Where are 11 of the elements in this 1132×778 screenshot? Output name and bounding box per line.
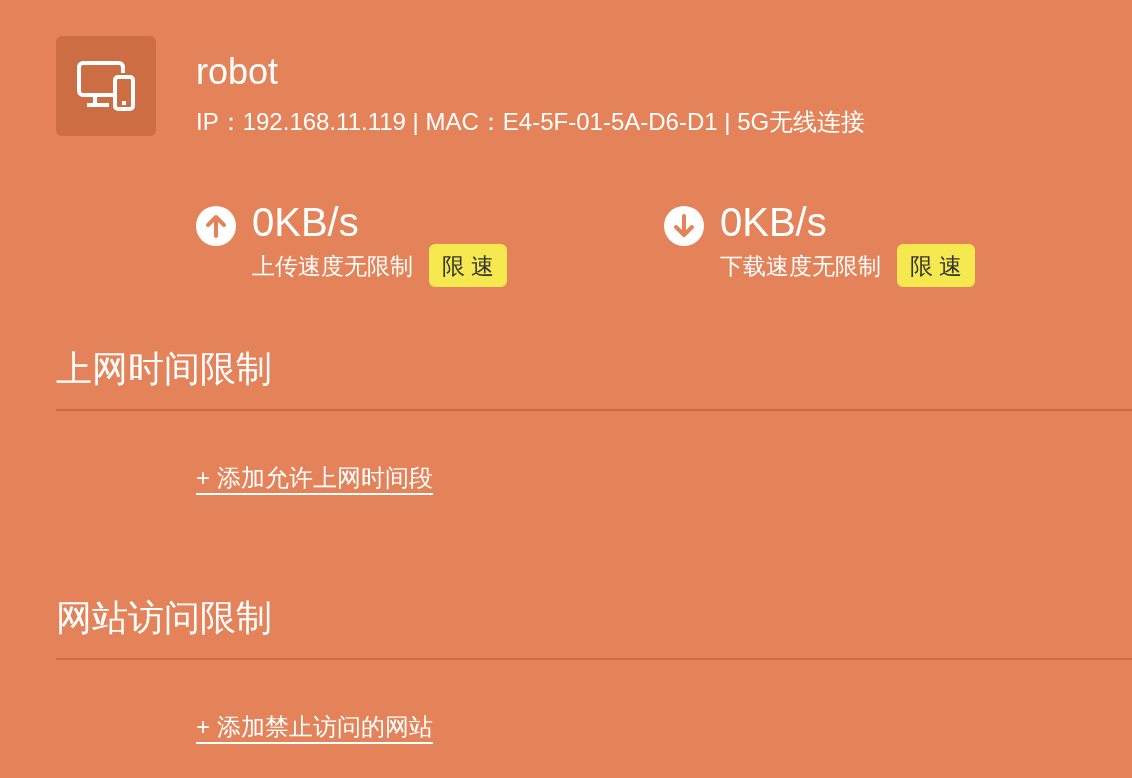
- section-heading: 网站访问限制: [56, 596, 272, 640]
- speed-limit-status: 下载速度无限制: [720, 251, 881, 281]
- limit-speed-button[interactable]: 限 速: [429, 244, 508, 287]
- speed-limit-status: 上传速度无限制: [252, 251, 413, 281]
- speed-value: 0KB/s: [720, 200, 828, 244]
- speed-value: 0KB/s: [252, 200, 360, 244]
- limit-speed-button[interactable]: 限 速: [897, 244, 976, 287]
- section-heading: 上网时间限制: [56, 347, 272, 391]
- device-info: IP：192.168.11.119 | MAC：E4-5F-01-5A-D6-D1 | 5G无线连接: [196, 107, 866, 137]
- monitor-phone-icon: [77, 61, 135, 111]
- device-name: robot: [196, 50, 279, 94]
